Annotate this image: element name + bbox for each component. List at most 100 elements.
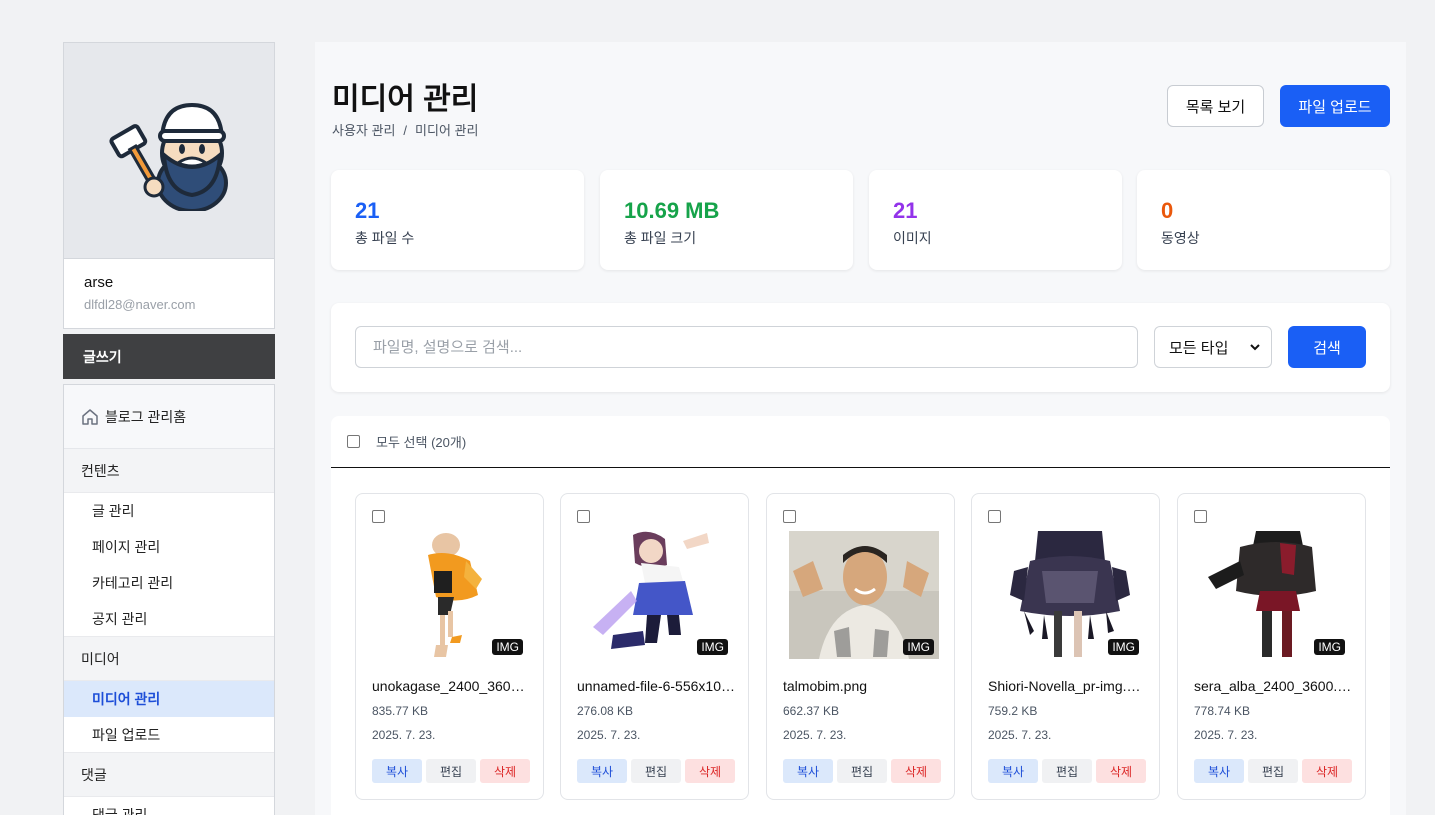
list-view-button[interactable]: 목록 보기 (1167, 85, 1264, 127)
media-thumbnail[interactable]: IMG (583, 531, 733, 659)
media-checkbox[interactable] (577, 510, 590, 523)
edit-button[interactable]: 편집 (837, 759, 887, 783)
sidebar-item-media-manage[interactable]: 미디어 관리 (64, 681, 274, 717)
sidebar: arse dlfdl28@naver.com 글쓰기 블로그 관리홈 컨텐츠 글… (63, 42, 275, 815)
sidebar-item-comments[interactable]: 댓글 관리 (64, 797, 274, 815)
media-card[interactable]: IMG Shiori-Novella_pr-img.png 759.2 KB 2… (971, 493, 1160, 800)
file-size: 759.2 KB (988, 704, 1038, 718)
stat-images: 21 이미지 (869, 170, 1122, 270)
edit-button[interactable]: 편집 (1042, 759, 1092, 783)
copy-button[interactable]: 복사 (783, 759, 833, 783)
media-thumbnail[interactable]: IMG (789, 531, 939, 659)
stat-value: 0 (1161, 198, 1174, 223)
stat-label: 총 파일 크기 (624, 230, 697, 246)
media-thumbnail[interactable]: IMG (378, 531, 528, 659)
file-name: unnamed-file-6-556x1024.png (577, 678, 737, 694)
file-date: 2025. 7. 23. (577, 728, 641, 742)
media-checkbox[interactable] (783, 510, 796, 523)
file-name: unokagase_2400_3600.png (372, 678, 532, 694)
breadcrumb-separator: / (403, 123, 408, 138)
stat-value: 10.69 MB (624, 198, 720, 223)
image-type-badge: IMG (903, 639, 934, 655)
card-actions: 복사 편집 삭제 (1194, 759, 1352, 783)
sidebar-item-file-upload[interactable]: 파일 업로드 (64, 717, 274, 753)
image-type-badge: IMG (1108, 639, 1139, 655)
stat-total-size: 10.69 MB 총 파일 크기 (600, 170, 853, 270)
edit-button[interactable]: 편집 (426, 759, 476, 783)
edit-button[interactable]: 편집 (1248, 759, 1298, 783)
media-thumbnail[interactable]: IMG (994, 531, 1144, 659)
search-button[interactable]: 검색 (1288, 326, 1366, 368)
card-actions: 복사 편집 삭제 (988, 759, 1146, 783)
sidebar-item-categories[interactable]: 카테고리 관리 (64, 565, 274, 601)
media-checkbox[interactable] (372, 510, 385, 523)
image-type-badge: IMG (492, 639, 523, 655)
breadcrumb-item-user[interactable]: 사용자 관리 (332, 123, 395, 138)
breadcrumb: 사용자 관리 / 미디어 관리 (332, 120, 478, 139)
type-select-value: 모든 타입 (1169, 339, 1229, 357)
type-select[interactable]: 모든 타입 (1154, 326, 1272, 368)
delete-button[interactable]: 삭제 (1302, 759, 1352, 783)
media-card[interactable]: IMG unokagase_2400_3600.png 835.77 KB 20… (355, 493, 544, 800)
media-checkbox[interactable] (988, 510, 1001, 523)
sidebar-nav: 블로그 관리홈 컨텐츠 글 관리 페이지 관리 카테고리 관리 공지 관리 미디… (63, 384, 275, 815)
media-checkbox[interactable] (1194, 510, 1207, 523)
copy-button[interactable]: 복사 (988, 759, 1038, 783)
media-card[interactable]: IMG unnamed-file-6-556x1024.png 276.08 K… (560, 493, 749, 800)
edit-button[interactable]: 편집 (631, 759, 681, 783)
username: arse (84, 274, 114, 291)
select-all-label: 모두 선택 (20개) (376, 435, 467, 450)
media-thumbnail[interactable]: IMG (1200, 531, 1350, 659)
media-card[interactable]: IMG talmobim.png 662.37 KB 2025. 7. 23. … (766, 493, 955, 800)
copy-button[interactable]: 복사 (1194, 759, 1244, 783)
sidebar-section-media: 미디어 (64, 637, 274, 681)
delete-button[interactable]: 삭제 (685, 759, 735, 783)
select-all-checkbox[interactable] (347, 435, 360, 448)
sidebar-section-comments: 댓글 (64, 753, 274, 797)
card-actions: 복사 편집 삭제 (783, 759, 941, 783)
file-name: talmobim.png (783, 678, 868, 694)
media-card[interactable]: IMG sera_alba_2400_3600.png 778.74 KB 20… (1177, 493, 1366, 800)
image-type-badge: IMG (697, 639, 728, 655)
avatar[interactable] (64, 43, 274, 259)
stat-value: 21 (355, 198, 380, 223)
delete-button[interactable]: 삭제 (891, 759, 941, 783)
chevron-down-icon (1250, 344, 1260, 351)
write-button[interactable]: 글쓰기 (63, 334, 275, 379)
search-panel: 모든 타입 검색 (331, 303, 1390, 392)
file-name: sera_alba_2400_3600.png (1194, 678, 1354, 694)
file-date: 2025. 7. 23. (783, 728, 847, 742)
profile-card: arse dlfdl28@naver.com (63, 42, 275, 329)
file-size: 276.08 KB (577, 704, 634, 718)
stat-label: 총 파일 수 (355, 230, 415, 246)
image-type-badge: IMG (1314, 639, 1345, 655)
delete-button[interactable]: 삭제 (480, 759, 530, 783)
select-all-row: 모두 선택 (20개) (331, 416, 1390, 468)
copy-button[interactable]: 복사 (372, 759, 422, 783)
media-grid: 모두 선택 (20개) IMG unokagase_2400_3600.png … (331, 416, 1390, 815)
file-date: 2025. 7. 23. (988, 728, 1052, 742)
user-email: dlfdl28@naver.com (84, 297, 196, 312)
file-date: 2025. 7. 23. (1194, 728, 1258, 742)
stat-value: 21 (893, 198, 918, 223)
sidebar-item-pages[interactable]: 페이지 관리 (64, 529, 274, 565)
delete-button[interactable]: 삭제 (1096, 759, 1146, 783)
stat-label: 동영상 (1161, 230, 1200, 246)
file-date: 2025. 7. 23. (372, 728, 436, 742)
search-input[interactable] (355, 326, 1138, 368)
file-size: 662.37 KB (783, 704, 840, 718)
file-size: 835.77 KB (372, 704, 429, 718)
main-content: 미디어 관리 사용자 관리 / 미디어 관리 목록 보기 파일 업로드 21 총 파… (315, 42, 1406, 815)
sidebar-item-notices[interactable]: 공지 관리 (64, 601, 274, 637)
file-name: Shiori-Novella_pr-img.png (988, 678, 1148, 694)
user-info: arse dlfdl28@naver.com (64, 259, 274, 328)
sidebar-item-blog-home[interactable]: 블로그 관리홈 (64, 385, 274, 449)
stat-label: 이미지 (893, 230, 932, 246)
copy-button[interactable]: 복사 (577, 759, 627, 783)
file-upload-button[interactable]: 파일 업로드 (1280, 85, 1390, 127)
stat-videos: 0 동영상 (1137, 170, 1390, 270)
stat-total-files: 21 총 파일 수 (331, 170, 584, 270)
sidebar-item-posts[interactable]: 글 관리 (64, 493, 274, 529)
home-icon (82, 408, 98, 425)
breadcrumb-item-media: 미디어 관리 (415, 123, 479, 138)
